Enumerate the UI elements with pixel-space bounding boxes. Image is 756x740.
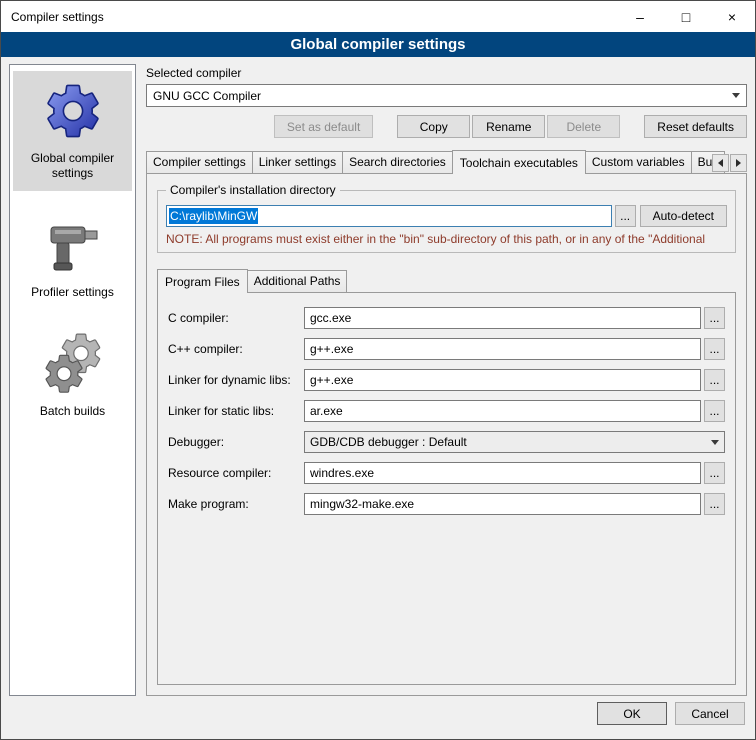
dynamic-linker-browse-button[interactable]: ...: [704, 369, 725, 391]
profiler-tool-icon: [41, 213, 105, 277]
tab-compiler-settings[interactable]: Compiler settings: [146, 151, 253, 174]
dialog-content: Global compiler settings Profiler settin…: [1, 57, 755, 696]
maximize-button[interactable]: □: [663, 1, 709, 32]
dynamic-linker-row: Linker for dynamic libs: g++.exe ...: [168, 369, 725, 391]
debugger-label: Debugger:: [168, 435, 304, 449]
sidebar-item-global-compiler-settings[interactable]: Global compiler settings: [13, 71, 132, 191]
tab-scroll-controls: [712, 154, 747, 172]
make-program-value: mingw32-make.exe: [310, 497, 414, 511]
arrow-right-icon: [736, 159, 741, 167]
main-panel: Selected compiler GNU GCC Compiler Set a…: [146, 64, 747, 696]
program-files-pane: C compiler: gcc.exe ... C++ compiler: g+…: [157, 292, 736, 685]
static-linker-label: Linker for static libs:: [168, 404, 304, 418]
delete-button[interactable]: Delete: [547, 115, 620, 138]
static-linker-value: ar.exe: [310, 404, 343, 418]
chevron-down-icon: [732, 93, 740, 98]
static-linker-browse-button[interactable]: ...: [704, 400, 725, 422]
chevron-down-icon: [711, 440, 719, 445]
c-compiler-label: C compiler:: [168, 311, 304, 325]
tab-program-files[interactable]: Program Files: [157, 269, 248, 293]
ok-button[interactable]: OK: [597, 702, 667, 725]
dialog-footer: OK Cancel: [1, 696, 755, 739]
resource-compiler-input[interactable]: windres.exe: [304, 462, 701, 484]
tab-scroll-left-button[interactable]: [712, 154, 729, 172]
window-title: Compiler settings: [1, 1, 617, 32]
titlebar: Compiler settings – □ ×: [1, 1, 755, 32]
resource-compiler-value: windres.exe: [310, 466, 374, 480]
browse-directory-button[interactable]: ...: [615, 205, 636, 227]
sidebar-item-profiler-settings[interactable]: Profiler settings: [13, 205, 132, 310]
c-compiler-input[interactable]: gcc.exe: [304, 307, 701, 329]
compiler-combobox-value: GNU GCC Compiler: [153, 89, 732, 103]
static-linker-row: Linker for static libs: ar.exe ...: [168, 400, 725, 422]
settings-category-list: Global compiler settings Profiler settin…: [9, 64, 136, 696]
page-title: Global compiler settings: [1, 32, 755, 57]
debugger-row: Debugger: GDB/CDB debugger : Default: [168, 431, 725, 453]
bin-subdirectory-note: NOTE: All programs must exist either in …: [166, 232, 727, 246]
installation-directory-input[interactable]: C:\raylib\MinGW: [166, 205, 612, 227]
resource-compiler-label: Resource compiler:: [168, 466, 304, 480]
installation-directory-row: C:\raylib\MinGW ... Auto-detect: [166, 205, 727, 227]
tab-additional-paths[interactable]: Additional Paths: [247, 270, 348, 293]
cpp-compiler-value: g++.exe: [310, 342, 353, 356]
program-files-tabstrip: Program Files Additional Paths: [157, 269, 736, 293]
cpp-compiler-browse-button[interactable]: ...: [704, 338, 725, 360]
resource-compiler-browse-button[interactable]: ...: [704, 462, 725, 484]
sidebar-item-label: Batch builds: [40, 404, 105, 419]
tab-custom-variables[interactable]: Custom variables: [585, 151, 692, 174]
program-files-section: Program Files Additional Paths C compile…: [157, 269, 736, 685]
debugger-value: GDB/CDB debugger : Default: [310, 435, 711, 449]
c-compiler-browse-button[interactable]: ...: [704, 307, 725, 329]
reset-defaults-button[interactable]: Reset defaults: [644, 115, 747, 138]
cpp-compiler-input[interactable]: g++.exe: [304, 338, 701, 360]
auto-detect-button[interactable]: Auto-detect: [640, 205, 727, 227]
groupbox-title: Compiler's installation directory: [166, 183, 340, 197]
arrow-left-icon: [718, 159, 723, 167]
close-button[interactable]: ×: [709, 1, 755, 32]
make-program-label: Make program:: [168, 497, 304, 511]
dynamic-linker-label: Linker for dynamic libs:: [168, 373, 304, 387]
resource-compiler-row: Resource compiler: windres.exe ...: [168, 462, 725, 484]
installation-directory-value: C:\raylib\MinGW: [169, 208, 258, 224]
c-compiler-row: C compiler: gcc.exe ...: [168, 307, 725, 329]
sidebar-item-batch-builds[interactable]: Batch builds: [13, 324, 132, 429]
gray-gears-icon: [41, 332, 105, 396]
tab-scroll-right-button[interactable]: [730, 154, 747, 172]
debugger-combobox[interactable]: GDB/CDB debugger : Default: [304, 431, 725, 453]
tab-linker-settings[interactable]: Linker settings: [252, 151, 343, 174]
cpp-compiler-row: C++ compiler: g++.exe ...: [168, 338, 725, 360]
blue-gear-icon: [41, 79, 105, 143]
minimize-button[interactable]: –: [617, 1, 663, 32]
set-as-default-button[interactable]: Set as default: [274, 115, 373, 138]
sidebar-item-label: Global compiler settings: [15, 151, 130, 181]
settings-tabstrip: Compiler settings Linker settings Search…: [146, 150, 747, 174]
dynamic-linker-value: g++.exe: [310, 373, 353, 387]
compiler-combobox[interactable]: GNU GCC Compiler: [146, 84, 747, 107]
make-program-input[interactable]: mingw32-make.exe: [304, 493, 701, 515]
cpp-compiler-label: C++ compiler:: [168, 342, 304, 356]
make-program-row: Make program: mingw32-make.exe ...: [168, 493, 725, 515]
cancel-button[interactable]: Cancel: [675, 702, 745, 725]
copy-button[interactable]: Copy: [397, 115, 470, 138]
compiler-settings-dialog: Compiler settings – □ × Global compiler …: [0, 0, 756, 740]
dynamic-linker-input[interactable]: g++.exe: [304, 369, 701, 391]
sidebar-item-label: Profiler settings: [31, 285, 114, 300]
make-program-browse-button[interactable]: ...: [704, 493, 725, 515]
toolchain-executables-pane: Compiler's installation directory C:\ray…: [146, 173, 747, 696]
selected-compiler-label: Selected compiler: [146, 66, 747, 80]
static-linker-input[interactable]: ar.exe: [304, 400, 701, 422]
tab-toolchain-executables[interactable]: Toolchain executables: [452, 150, 586, 174]
rename-button[interactable]: Rename: [472, 115, 545, 138]
installation-directory-groupbox: Compiler's installation directory C:\ray…: [157, 190, 736, 253]
compiler-buttons-row: Set as default Copy Rename Delete Reset …: [146, 115, 747, 138]
c-compiler-value: gcc.exe: [310, 311, 351, 325]
tab-search-directories[interactable]: Search directories: [342, 151, 453, 174]
